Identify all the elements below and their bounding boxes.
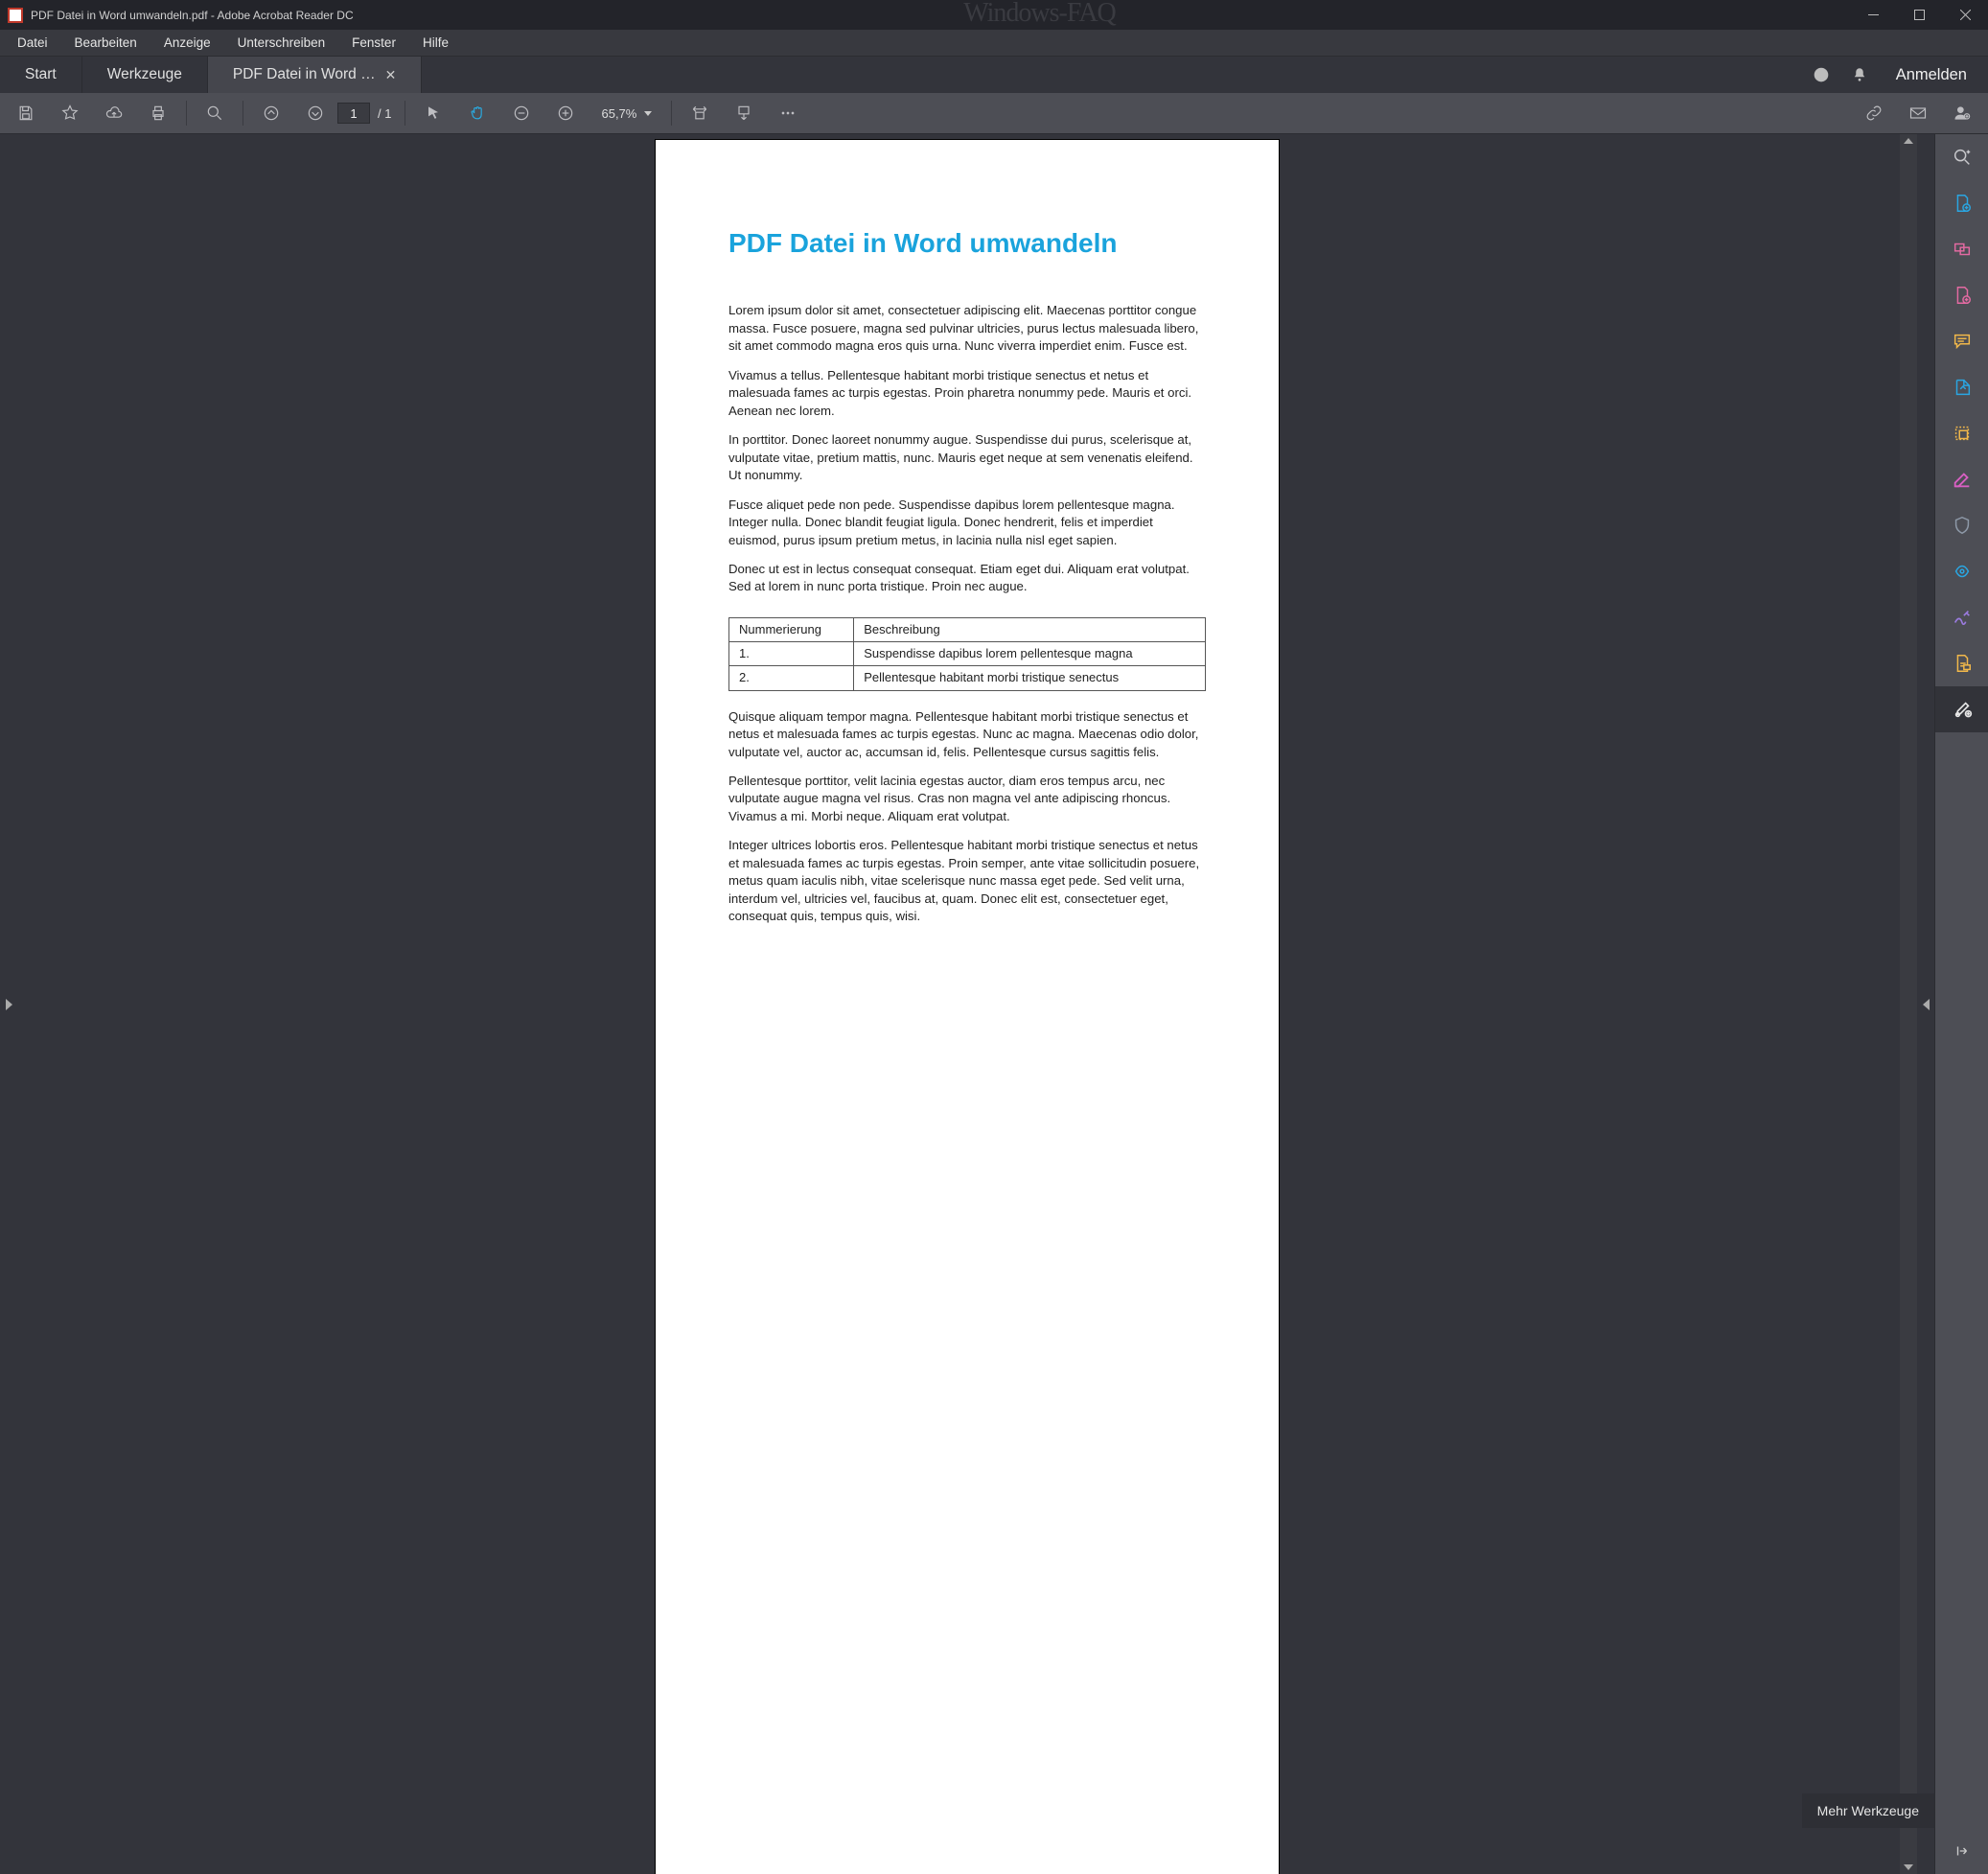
redact-tool-icon[interactable] <box>1935 456 1988 502</box>
scroll-down-icon[interactable] <box>1904 1864 1913 1870</box>
main-area: PDF Datei in Word umwandeln Lorem ipsum … <box>0 134 1988 1874</box>
tab-bar: Start Werkzeuge PDF Datei in Word … ✕ ? … <box>0 57 1988 93</box>
main-toolbar: / 1 65,7% <box>0 93 1988 134</box>
doc-paragraph: Lorem ipsum dolor sit amet, consectetuer… <box>728 302 1206 355</box>
send-for-comments-tool-icon[interactable] <box>1935 640 1988 686</box>
pdf-page: PDF Datei in Word umwandeln Lorem ipsum … <box>656 140 1279 1874</box>
page-count-label: / 1 <box>378 106 391 121</box>
more-options-icon[interactable] <box>766 93 810 134</box>
doc-heading: PDF Datei in Word umwandeln <box>728 224 1206 262</box>
more-tools-button[interactable] <box>1935 686 1988 732</box>
svg-text:?: ? <box>1818 70 1823 80</box>
left-pane-toggle[interactable] <box>0 134 17 1874</box>
vertical-scrollbar[interactable] <box>1900 134 1917 1874</box>
chevron-down-icon <box>644 111 652 116</box>
export-pdf-tool-icon[interactable] <box>1935 364 1988 410</box>
table-cell: Suspendisse dapibus lorem pellentesque m… <box>854 642 1206 666</box>
edit-pdf-tool-icon[interactable] <box>1935 272 1988 318</box>
zoom-out-icon[interactable] <box>499 93 543 134</box>
menu-bar: Datei Bearbeiten Anzeige Unterschreiben … <box>0 30 1988 57</box>
collapse-pane-icon[interactable] <box>1935 1828 1988 1874</box>
maximize-button[interactable] <box>1896 0 1942 30</box>
create-pdf-tool-icon[interactable] <box>1935 180 1988 226</box>
fit-page-icon[interactable] <box>722 93 766 134</box>
print-icon[interactable] <box>136 93 180 134</box>
menu-anzeige[interactable]: Anzeige <box>150 32 224 54</box>
save-icon[interactable] <box>4 93 48 134</box>
tab-tools[interactable]: Werkzeuge <box>82 57 208 93</box>
tool-pane: Mehr Werkzeuge <box>1934 134 1988 1874</box>
close-button[interactable] <box>1942 0 1988 30</box>
doc-paragraph: Donec ut est in lectus consequat consequ… <box>728 561 1206 596</box>
comment-tool-icon[interactable] <box>1935 318 1988 364</box>
table-cell: 2. <box>729 666 854 690</box>
doc-table: NummerierungBeschreibung 1.Suspendisse d… <box>728 617 1206 691</box>
menu-bearbeiten[interactable]: Bearbeiten <box>61 32 150 54</box>
selection-tool-icon[interactable] <box>411 93 455 134</box>
table-header: Beschreibung <box>854 617 1206 641</box>
doc-paragraph: In porttitor. Donec laoreet nonummy augu… <box>728 431 1206 484</box>
login-button[interactable]: Anmelden <box>1896 66 1967 84</box>
share-person-icon[interactable] <box>1940 93 1984 134</box>
email-icon[interactable] <box>1896 93 1940 134</box>
fill-sign-tool-icon[interactable] <box>1935 594 1988 640</box>
table-cell: Pellentesque habitant morbi tristique se… <box>854 666 1206 690</box>
more-tools-tooltip: Mehr Werkzeuge <box>1802 1793 1934 1828</box>
doc-paragraph: Pellentesque porttitor, velit lacinia eg… <box>728 773 1206 825</box>
optimize-tool-icon[interactable] <box>1935 548 1988 594</box>
combine-files-tool-icon[interactable] <box>1935 226 1988 272</box>
table-cell: 1. <box>729 642 854 666</box>
tab-document[interactable]: PDF Datei in Word … ✕ <box>208 57 422 93</box>
page-down-icon[interactable] <box>293 93 337 134</box>
window-title: PDF Datei in Word umwandeln.pdf - Adobe … <box>31 9 354 22</box>
page-up-icon[interactable] <box>249 93 293 134</box>
cloud-upload-icon[interactable] <box>92 93 136 134</box>
protect-tool-icon[interactable] <box>1935 502 1988 548</box>
menu-datei[interactable]: Datei <box>4 32 61 54</box>
tab-close-icon[interactable]: ✕ <box>385 67 397 83</box>
menu-unterschreiben[interactable]: Unterschreiben <box>224 32 339 54</box>
tab-start[interactable]: Start <box>0 57 82 93</box>
minimize-button[interactable] <box>1850 0 1896 30</box>
right-pane-toggle[interactable] <box>1917 134 1934 1874</box>
zoom-dropdown[interactable]: 65,7% <box>588 93 665 134</box>
scroll-up-icon[interactable] <box>1904 138 1913 144</box>
doc-paragraph: Integer ultrices lobortis eros. Pellente… <box>728 837 1206 925</box>
table-header: Nummerierung <box>729 617 854 641</box>
doc-paragraph: Quisque aliquam tempor magna. Pellentesq… <box>728 708 1206 761</box>
find-icon[interactable] <box>193 93 237 134</box>
help-icon[interactable]: ? <box>1812 65 1831 84</box>
zoom-value-label: 65,7% <box>601 106 636 121</box>
menu-hilfe[interactable]: Hilfe <box>409 32 462 54</box>
doc-paragraph: Fusce aliquet pede non pede. Suspendisse… <box>728 497 1206 549</box>
tab-tools-label: Werkzeuge <box>107 66 182 83</box>
notification-bell-icon[interactable] <box>1850 65 1869 84</box>
acrobat-app-icon <box>8 8 23 23</box>
zoom-in-icon[interactable] <box>543 93 588 134</box>
menu-fenster[interactable]: Fenster <box>338 32 409 54</box>
star-icon[interactable] <box>48 93 92 134</box>
doc-paragraph: Vivamus a tellus. Pellentesque habitant … <box>728 367 1206 420</box>
hand-tool-icon[interactable] <box>455 93 499 134</box>
title-bar: PDF Datei in Word umwandeln.pdf - Adobe … <box>0 0 1988 30</box>
fit-width-icon[interactable] <box>678 93 722 134</box>
tab-start-label: Start <box>25 66 57 83</box>
organize-pages-tool-icon[interactable] <box>1935 410 1988 456</box>
watermark-text: Windows-FAQ <box>963 0 1115 29</box>
share-link-icon[interactable] <box>1852 93 1896 134</box>
page-number-input[interactable] <box>337 103 370 124</box>
search-tool-icon[interactable] <box>1935 134 1988 180</box>
document-viewport[interactable]: PDF Datei in Word umwandeln Lorem ipsum … <box>17 134 1917 1874</box>
tab-document-label: PDF Datei in Word … <box>233 66 376 83</box>
